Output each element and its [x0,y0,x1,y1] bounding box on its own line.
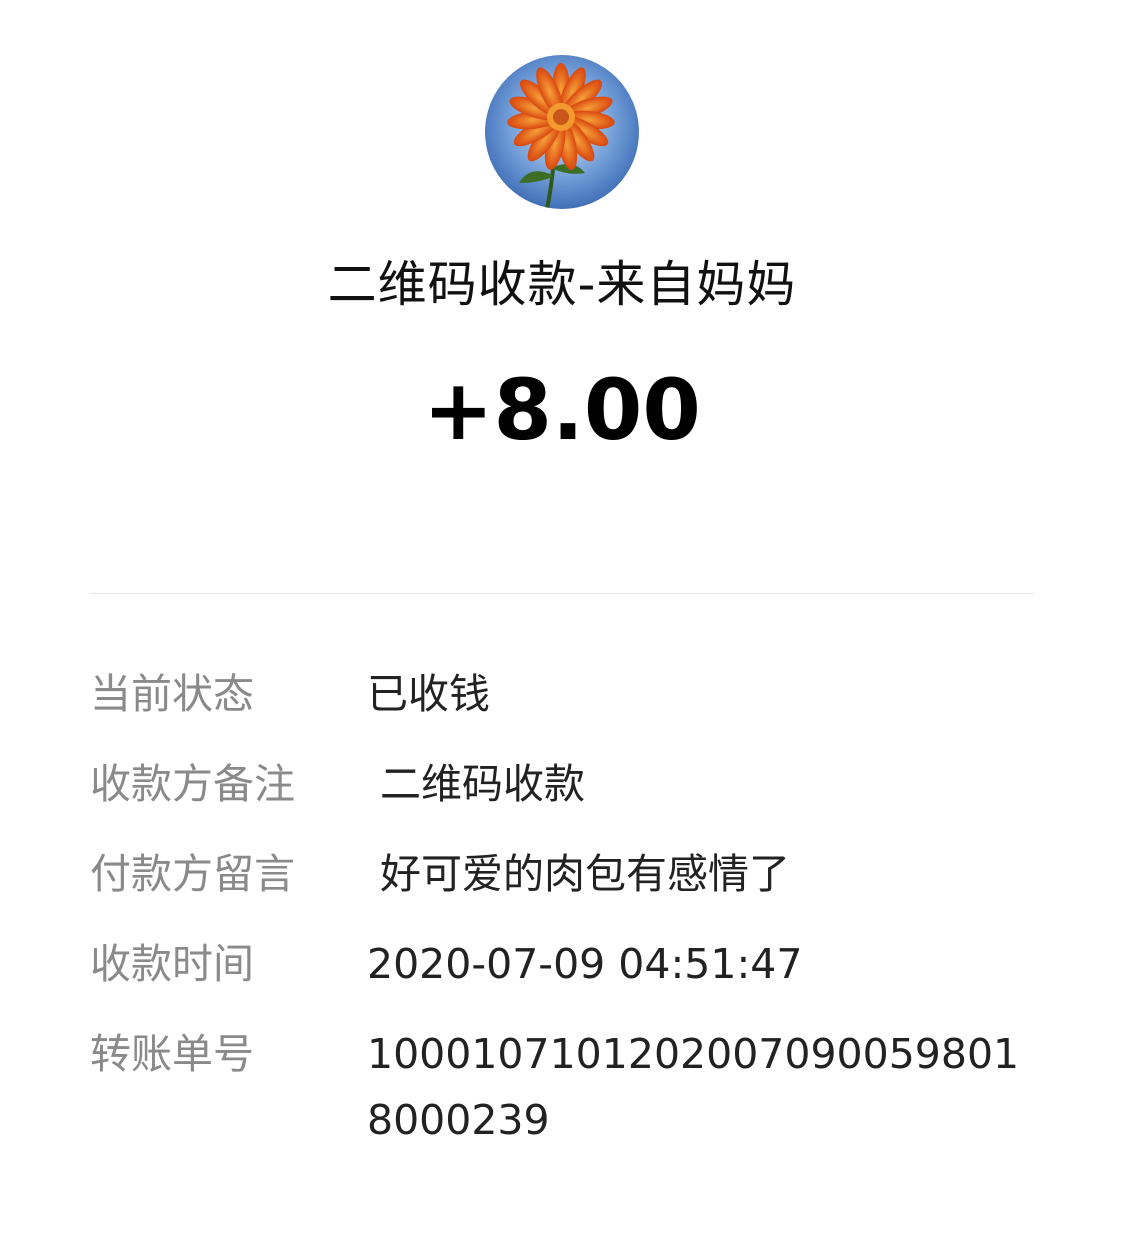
status-value: 已收钱 [367,670,490,718]
status-label: 当前状态 [90,670,254,718]
transaction-amount: +8.00 [423,361,701,459]
payee-note-label: 收款方备注 [90,760,295,808]
transfer-number-label: 转账单号 [90,1030,254,1078]
flower-avatar-icon [485,55,639,209]
payee-note-value: 二维码收款 [367,760,586,808]
receive-time-label: 收款时间 [90,940,254,988]
receive-time-value: 2020-07-09 04:51:47 [367,940,803,988]
payer-message-value: 好可爱的肉包有感情了 [367,850,791,898]
payer-message-label: 付款方留言 [90,850,295,898]
transaction-title: 二维码收款-来自妈妈 [327,256,797,313]
avatar[interactable] [485,55,639,209]
transfer-number-value[interactable]: 1000107101202007090059801 8000239 [367,1021,1034,1153]
divider [90,593,1034,594]
